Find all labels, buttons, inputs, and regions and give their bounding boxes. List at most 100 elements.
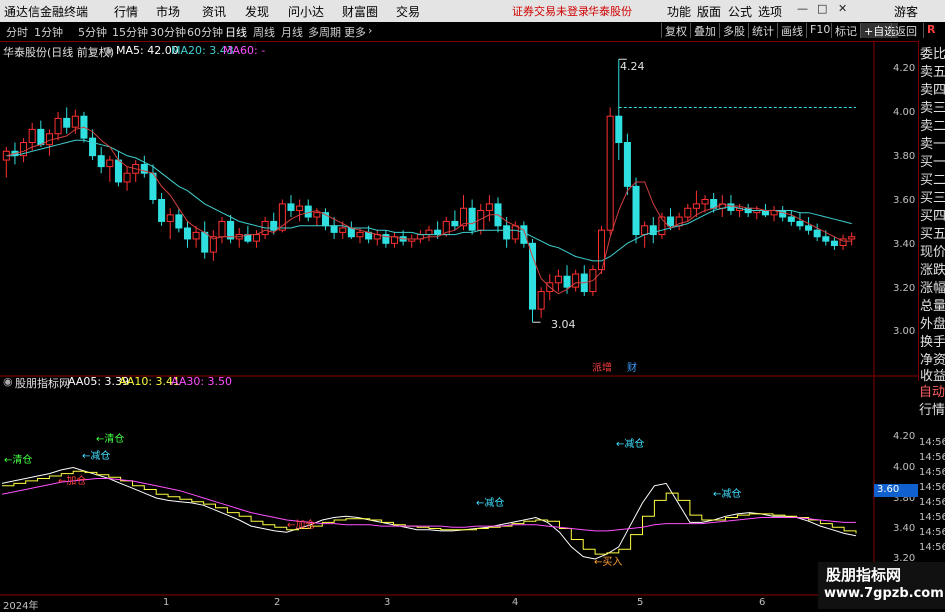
period-timeshare[interactable]: 分时 <box>6 24 28 40</box>
restore-rights-button[interactable]: 复权 <box>661 23 690 38</box>
annotation-reduce-3: ←减仓 <box>616 439 645 450</box>
ma20-line <box>6 139 852 262</box>
menu-options[interactable]: 选项 <box>758 3 782 20</box>
app-title: 通达信金融终端 <box>4 5 89 19</box>
chevron-right-icon[interactable]: › <box>368 24 372 37</box>
period-more[interactable]: 更多 <box>344 24 366 40</box>
candle-body <box>166 214 174 222</box>
panel-item[interactable]: 涨跌 <box>920 261 945 281</box>
panel-item[interactable]: 涨幅 <box>920 279 945 299</box>
panel-item[interactable]: 买一 <box>920 153 945 173</box>
candle-body <box>63 117 71 128</box>
period-monthly[interactable]: 月线 <box>281 24 303 40</box>
x-label-year: 2024年 <box>3 601 39 612</box>
candle-body <box>451 220 459 227</box>
event-dividend[interactable]: 派增 <box>592 359 612 374</box>
candlestick-series <box>2 58 856 323</box>
candle-body <box>805 225 813 231</box>
panel-item[interactable]: 卖四 <box>920 81 945 101</box>
r-flag-icon[interactable]: R <box>923 23 938 38</box>
candle-body <box>54 117 62 135</box>
candle-body <box>218 220 226 238</box>
candle-body <box>287 203 295 211</box>
panel-item[interactable]: 买四 <box>920 207 945 227</box>
candle-body <box>623 142 631 187</box>
period-60min[interactable]: 60分钟 <box>187 24 223 40</box>
panel-item[interactable]: 卖二 <box>920 117 945 137</box>
menu-news[interactable]: 资讯 <box>202 3 226 20</box>
watermark-site: www.7gpzb.com <box>824 586 944 601</box>
back-button[interactable]: 返回 <box>891 23 920 38</box>
panel-item[interactable]: 买二 <box>920 171 945 191</box>
candle-body <box>520 225 528 244</box>
quote-side-panel: 委比 卖五 卖四 卖三 卖二 卖一 买一 买二 买三 买四 买五 现价 涨跌 涨… <box>918 41 945 384</box>
menu-discover[interactable]: 发现 <box>245 3 269 20</box>
candle-body <box>563 275 571 288</box>
menu-wealth[interactable]: 财富圈 <box>342 3 378 20</box>
menu-bar: 通达信金融终端 行情 市场 资讯 发现 问小达 财富圈 交易 证券交易未登录 华… <box>0 0 945 23</box>
close-icon[interactable]: ✕ <box>838 2 847 15</box>
menu-quotes[interactable]: 行情 <box>114 3 138 20</box>
annotation-clear-2: ←清仓 <box>96 434 125 445</box>
candle-body <box>468 207 476 231</box>
indicator-settings-icon[interactable]: ◉ <box>3 375 13 388</box>
period-1min[interactable]: 1分钟 <box>34 24 63 40</box>
candle-body <box>304 205 312 218</box>
draw-line-button[interactable]: 画线 <box>777 23 806 38</box>
multi-stock-button[interactable]: 多股 <box>719 23 748 38</box>
menu-market[interactable]: 市场 <box>156 3 180 20</box>
menu-trade[interactable]: 交易 <box>396 3 420 20</box>
statistics-button[interactable]: 统计 <box>748 23 777 38</box>
candle-body <box>158 199 166 222</box>
panel-item[interactable]: 委比 <box>920 45 945 65</box>
mark-button[interactable]: 标记 <box>831 23 860 38</box>
panel-item[interactable]: 外盘 <box>920 315 945 335</box>
panel-item[interactable]: 买五 <box>920 225 945 245</box>
x-label-month: 1 <box>163 597 170 608</box>
time-tick: 14:56 <box>919 497 945 508</box>
aa30-label: AA30: 3.50 <box>171 375 233 388</box>
candle-body <box>347 227 355 238</box>
panel-item[interactable]: 卖一 <box>920 135 945 155</box>
annotation-reduce-4: ←减仓 <box>713 489 742 500</box>
panel-item[interactable]: 买三 <box>920 189 945 209</box>
current-value-badge: 3.60 <box>874 484 918 497</box>
candle-body <box>71 115 79 128</box>
period-weekly[interactable]: 周线 <box>253 24 275 40</box>
panel-item[interactable]: 卖三 <box>920 99 945 119</box>
period-daily[interactable]: 日线 <box>225 24 247 40</box>
candle-body <box>37 128 45 146</box>
candle-body <box>106 159 114 168</box>
guest-label[interactable]: 游客 <box>894 3 918 20</box>
stock-tag: 华泰股份 <box>588 5 632 18</box>
panel-item[interactable]: 卖五 <box>920 63 945 83</box>
y-tick: 3.00 <box>893 326 916 337</box>
chart-canvas[interactable] <box>0 41 918 609</box>
candle-body <box>787 216 795 222</box>
period-15min[interactable]: 15分钟 <box>112 24 148 40</box>
login-alert[interactable]: 证券交易未登录 <box>512 3 589 19</box>
period-5min[interactable]: 5分钟 <box>78 24 107 40</box>
event-financial[interactable]: 财 <box>627 359 637 374</box>
maximize-icon[interactable]: □ <box>817 2 827 15</box>
low-price-label: 3.04 <box>551 318 576 331</box>
overlay-button[interactable]: 叠加 <box>690 23 719 38</box>
menu-formula[interactable]: 公式 <box>728 3 752 20</box>
panel-item[interactable]: 换手 <box>920 333 945 353</box>
period-30min[interactable]: 30分钟 <box>150 24 186 40</box>
minimize-icon[interactable]: — <box>797 2 808 15</box>
period-multi[interactable]: 多周期 <box>308 24 341 40</box>
panel-item[interactable]: 现价 <box>920 243 945 263</box>
menu-layout[interactable]: 版面 <box>697 3 721 20</box>
menu-ask[interactable]: 问小达 <box>288 3 324 20</box>
menu-function[interactable]: 功能 <box>667 3 691 20</box>
annotation-buy: ←买入 <box>594 557 623 568</box>
f10-button[interactable]: F10 <box>806 23 833 38</box>
candle-body <box>330 225 338 233</box>
panel-item[interactable]: 总量 <box>920 297 945 317</box>
high-price-label: 4.24 <box>620 60 645 73</box>
auto-toggle[interactable]: 自动 <box>919 383 945 403</box>
time-tick: 14:56 <box>919 452 945 463</box>
candle-body <box>45 133 53 146</box>
quote-toggle[interactable]: 行情 <box>919 401 945 421</box>
